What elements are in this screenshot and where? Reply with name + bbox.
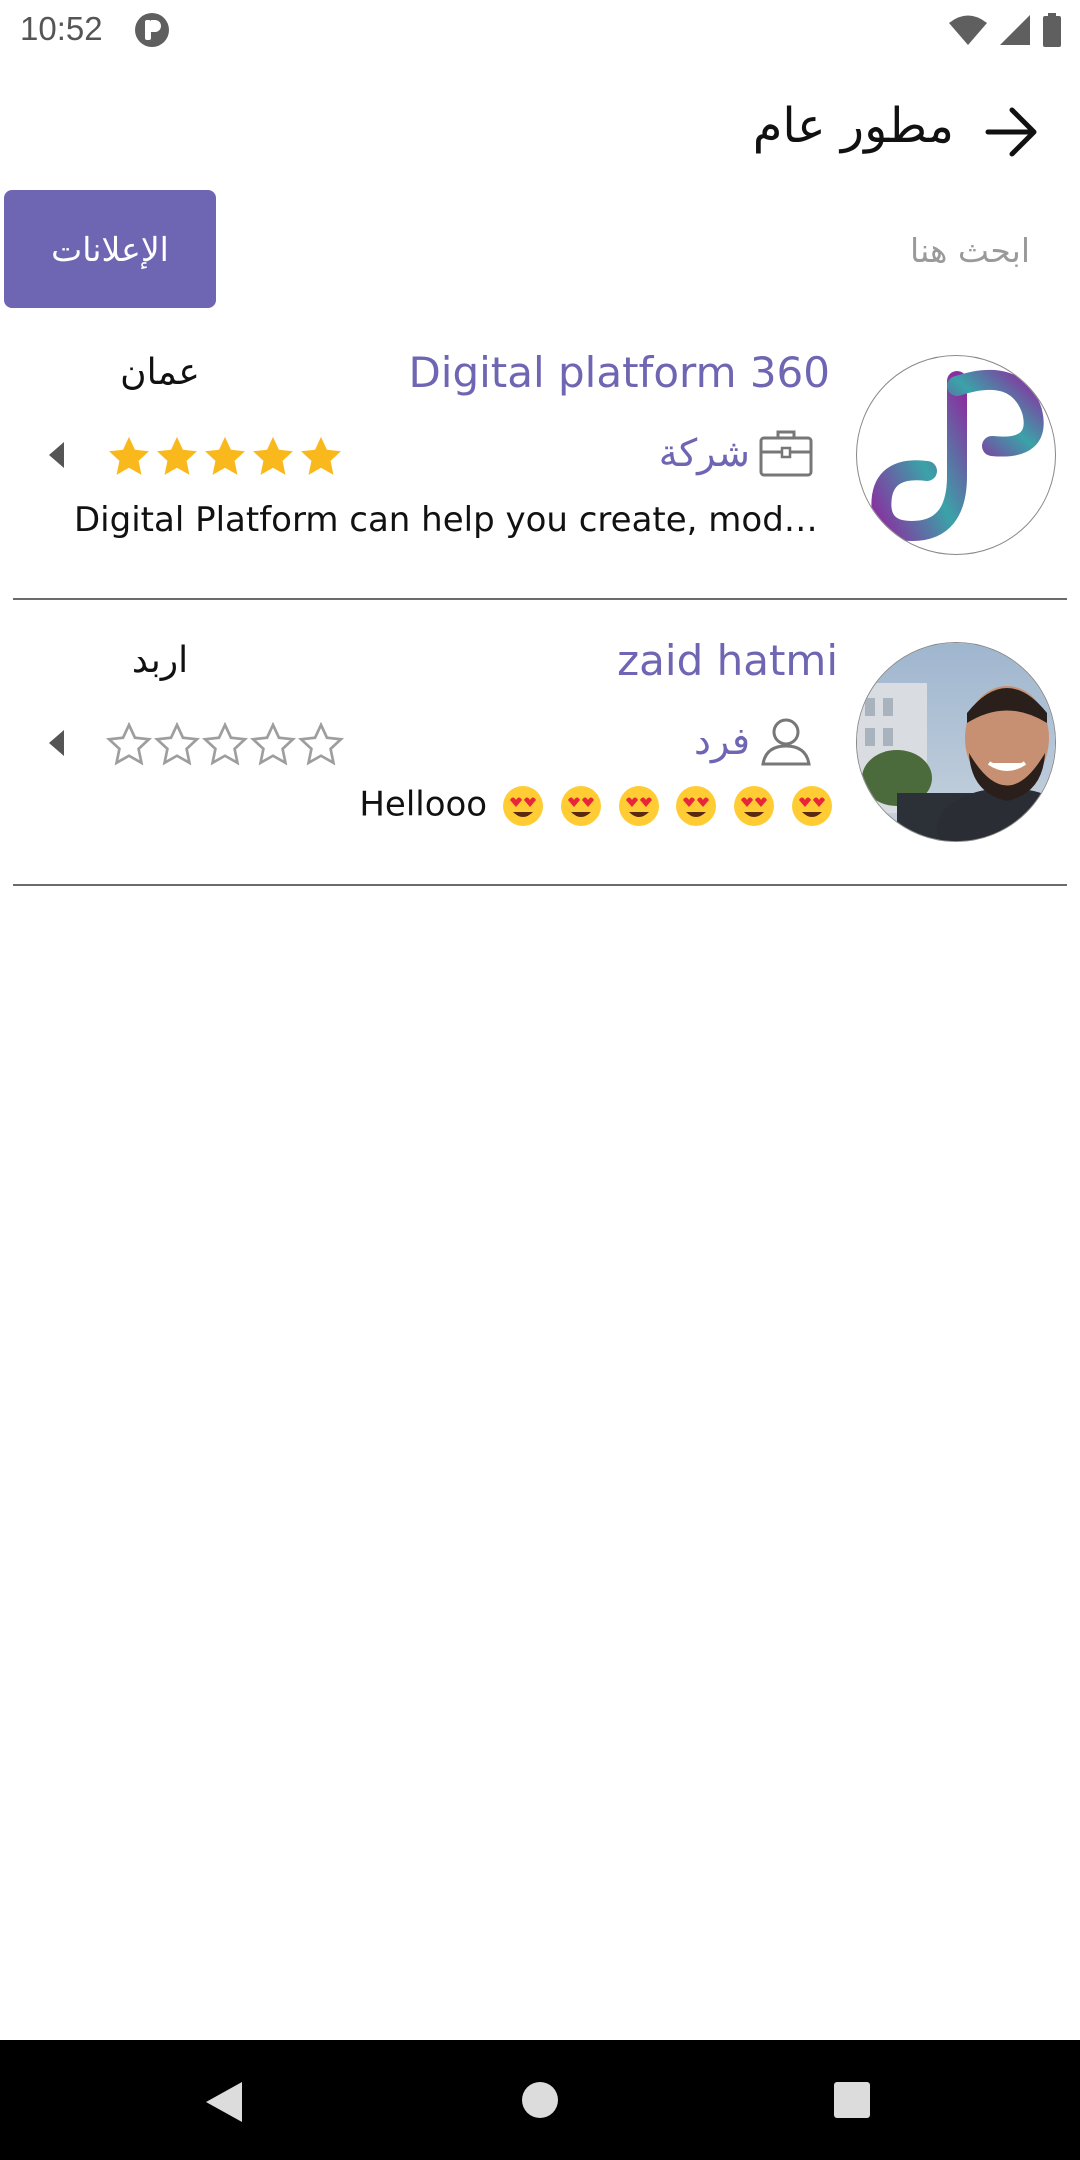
wifi-icon [949, 15, 987, 45]
item-name: zaid hatmi [617, 636, 838, 685]
home-circle-icon[interactable] [520, 2080, 560, 2120]
item-type: شركة [659, 428, 814, 478]
battery-icon [1043, 13, 1061, 47]
rating-stars [106, 722, 344, 768]
star-filled-icon [109, 436, 149, 475]
ads-button[interactable]: الإعلانات [4, 190, 216, 308]
heart-eyes-emoji-icon [734, 786, 775, 826]
item-city: عمان [120, 352, 200, 393]
type-label: فرد [693, 719, 750, 763]
star-empty-icon [250, 722, 296, 766]
rating-stars [106, 434, 344, 480]
app-bar: مطور عام [0, 80, 1080, 180]
heart-eyes-emoji-icon [676, 786, 717, 826]
item-type: فرد [694, 716, 814, 766]
search-input[interactable] [260, 210, 1030, 290]
item-city: اربد [131, 640, 189, 681]
list-item[interactable]: zaid hatmi اربد فرد Hellooo [0, 628, 1080, 888]
status-time: 10:52 [20, 10, 103, 47]
avatar [856, 355, 1056, 555]
divider [13, 598, 1067, 600]
page-title: مطور عام [752, 98, 954, 154]
star-empty-icon [154, 722, 200, 766]
heart-eyes-emoji-icon [618, 786, 659, 826]
back-triangle-icon[interactable] [204, 2080, 244, 2124]
navigation-bar [0, 2040, 1080, 2160]
company-logo-icon [871, 369, 1044, 542]
arrow-right-icon[interactable] [982, 102, 1042, 162]
star-filled-icon [301, 436, 341, 475]
star-empty-icon [298, 722, 344, 766]
heart-eyes-emoji-icon [792, 786, 832, 826]
item-description: Digital Platform can help you create, mo… [74, 500, 834, 540]
star-filled-icon [253, 436, 293, 475]
item-description: Hellooo [359, 784, 834, 828]
item-name: Digital platform 360 [408, 348, 830, 397]
heart-eyes-emoji-icon [502, 786, 543, 826]
caret-left-icon[interactable] [46, 440, 66, 470]
star-empty-icon [106, 722, 152, 766]
avatar [856, 642, 1056, 842]
heart-eyes-emoji-group [498, 785, 834, 826]
description-text: Hellooo [359, 784, 488, 825]
status-bar: 10:52 [0, 0, 1080, 60]
briefcase-icon [759, 430, 813, 477]
caret-left-icon[interactable] [46, 728, 66, 758]
recents-square-icon[interactable] [832, 2080, 872, 2120]
app-notification-icon [135, 13, 169, 47]
star-filled-icon [205, 436, 245, 475]
type-label: شركة [658, 431, 750, 475]
heart-eyes-emoji-icon [560, 786, 601, 826]
star-filled-icon [157, 436, 197, 475]
star-empty-icon [202, 722, 248, 766]
signal-icon [1000, 15, 1030, 45]
person-icon [761, 718, 811, 766]
list-item[interactable]: Digital platform 360 عمان شركة Digital P… [0, 340, 1080, 600]
user-photo [857, 643, 1055, 841]
divider [13, 884, 1067, 886]
